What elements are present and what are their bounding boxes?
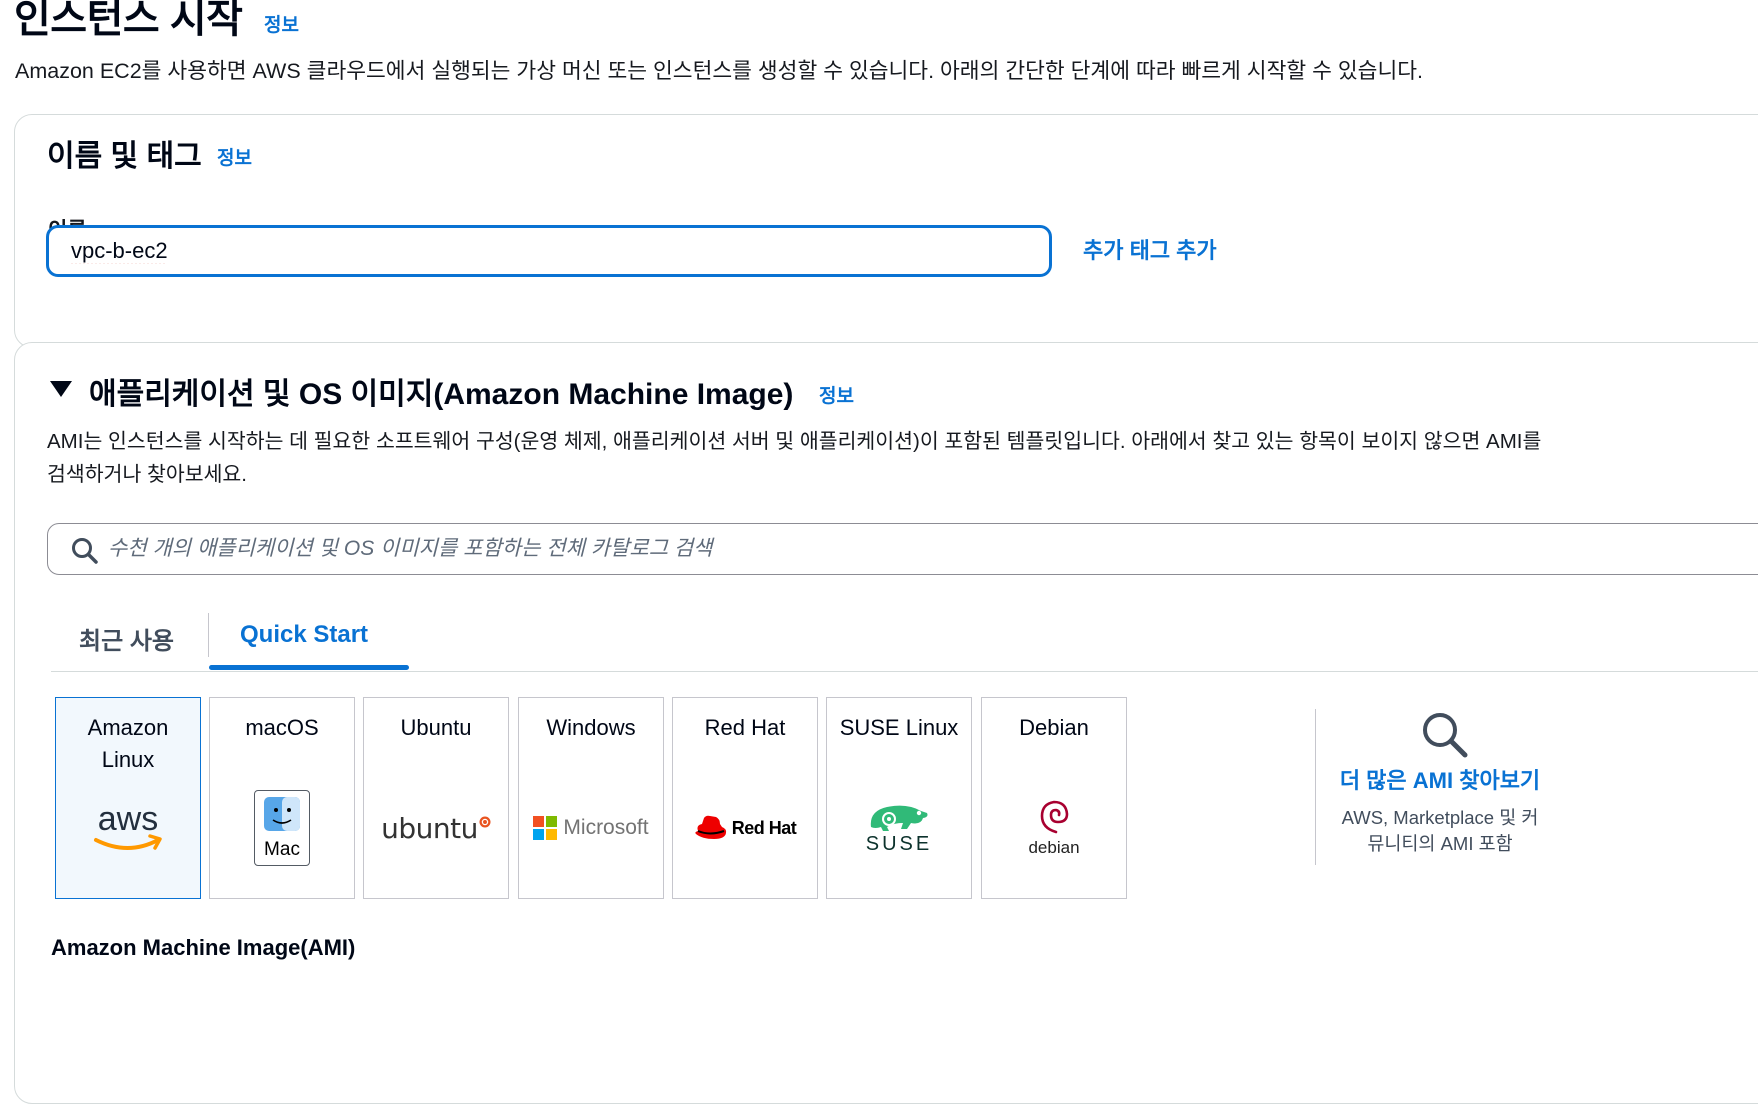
mac-finder-logo-icon: Mac — [210, 788, 354, 868]
os-card-amazon-linux[interactable]: Amazon Linux aws — [55, 697, 201, 899]
os-card-label: Amazon Linux — [87, 715, 169, 772]
name-tags-info-link[interactable]: 정보 — [217, 143, 252, 170]
page-description: Amazon EC2를 사용하면 AWS 클라우드에서 실행되는 가상 머신 또… — [15, 59, 1423, 83]
page-info-link[interactable]: 정보 — [264, 10, 299, 37]
collapse-caret-icon[interactable] — [50, 381, 72, 397]
aws-logo-text: aws — [98, 800, 158, 838]
name-input[interactable] — [46, 225, 1052, 277]
page-title: 인스턴스 시작 — [14, 0, 243, 41]
ami-description: AMI는 인스턴스를 시작하는 데 필요한 소프트웨어 구성(운영 체제, 애플… — [47, 430, 1542, 486]
tab-quick-start[interactable]: Quick Start — [240, 621, 368, 649]
os-card-label: Debian — [1019, 715, 1089, 740]
os-card-label: Red Hat — [704, 715, 786, 740]
mac-logo-text: Mac — [264, 839, 300, 860]
os-card-macos[interactable]: macOS Mac — [209, 697, 355, 899]
os-card-label: macOS — [245, 715, 319, 740]
os-card-label: Windows — [546, 715, 636, 740]
ubuntu-logo-text: ubuntu — [381, 811, 478, 845]
ami-search-input[interactable] — [106, 524, 1710, 574]
os-card-ubuntu[interactable]: Ubuntu ubuntu — [363, 697, 509, 899]
os-card-suse-linux[interactable]: SUSE Linux SUSE — [826, 697, 972, 899]
name-and-tags-panel: 이름 및 태그 정보 이름 추가 태그 추가 — [14, 114, 1758, 348]
debian-logo-icon: debian — [982, 788, 1126, 868]
os-card-label: Ubuntu — [400, 715, 472, 740]
microsoft-logo-text: Microsoft — [563, 816, 649, 839]
suse-logo-icon: SUSE — [827, 788, 971, 868]
ami-info-link[interactable]: 정보 — [819, 381, 854, 408]
browse-more-description: AWS, Marketplace 및 커뮤니티의 AMI 포함 — [1341, 807, 1539, 854]
ami-sub-heading: Amazon Machine Image(AMI) — [51, 935, 356, 960]
browse-more-amis-link[interactable]: 더 많은 AMI 찾아보기 — [1315, 763, 1565, 795]
add-tag-link[interactable]: 추가 태그 추가 — [1083, 233, 1217, 265]
os-card-debian[interactable]: Debian debian — [981, 697, 1127, 899]
os-card-label: SUSE Linux — [839, 715, 959, 740]
tab-divider — [51, 671, 1758, 672]
ami-title: 애플리케이션 및 OS 이미지(Amazon Machine Image) — [89, 378, 794, 411]
tab-separator — [208, 613, 209, 657]
redhat-logo-text: Red Hat — [731, 817, 797, 838]
ubuntu-logo-icon: ubuntu — [364, 788, 508, 868]
aws-logo-icon: aws — [56, 788, 200, 868]
search-icon — [72, 538, 98, 564]
os-card-windows[interactable]: Windows Microsoft — [518, 697, 664, 899]
microsoft-logo-icon: Microsoft — [519, 788, 663, 868]
tab-recent[interactable]: 최근 사용 — [79, 621, 174, 656]
suse-logo-text: SUSE — [865, 832, 933, 855]
browse-search-icon[interactable] — [1419, 709, 1469, 759]
debian-logo-text: debian — [1028, 838, 1080, 857]
ami-panel: 애플리케이션 및 OS 이미지(Amazon Machine Image) 정보… — [14, 342, 1758, 1104]
ami-search-box[interactable] — [47, 523, 1758, 575]
os-card-red-hat[interactable]: Red Hat Red Hat — [672, 697, 818, 899]
redhat-logo-icon: Red Hat — [673, 788, 817, 868]
name-tags-title: 이름 및 태그 — [47, 140, 202, 173]
active-tab-indicator — [209, 665, 409, 670]
